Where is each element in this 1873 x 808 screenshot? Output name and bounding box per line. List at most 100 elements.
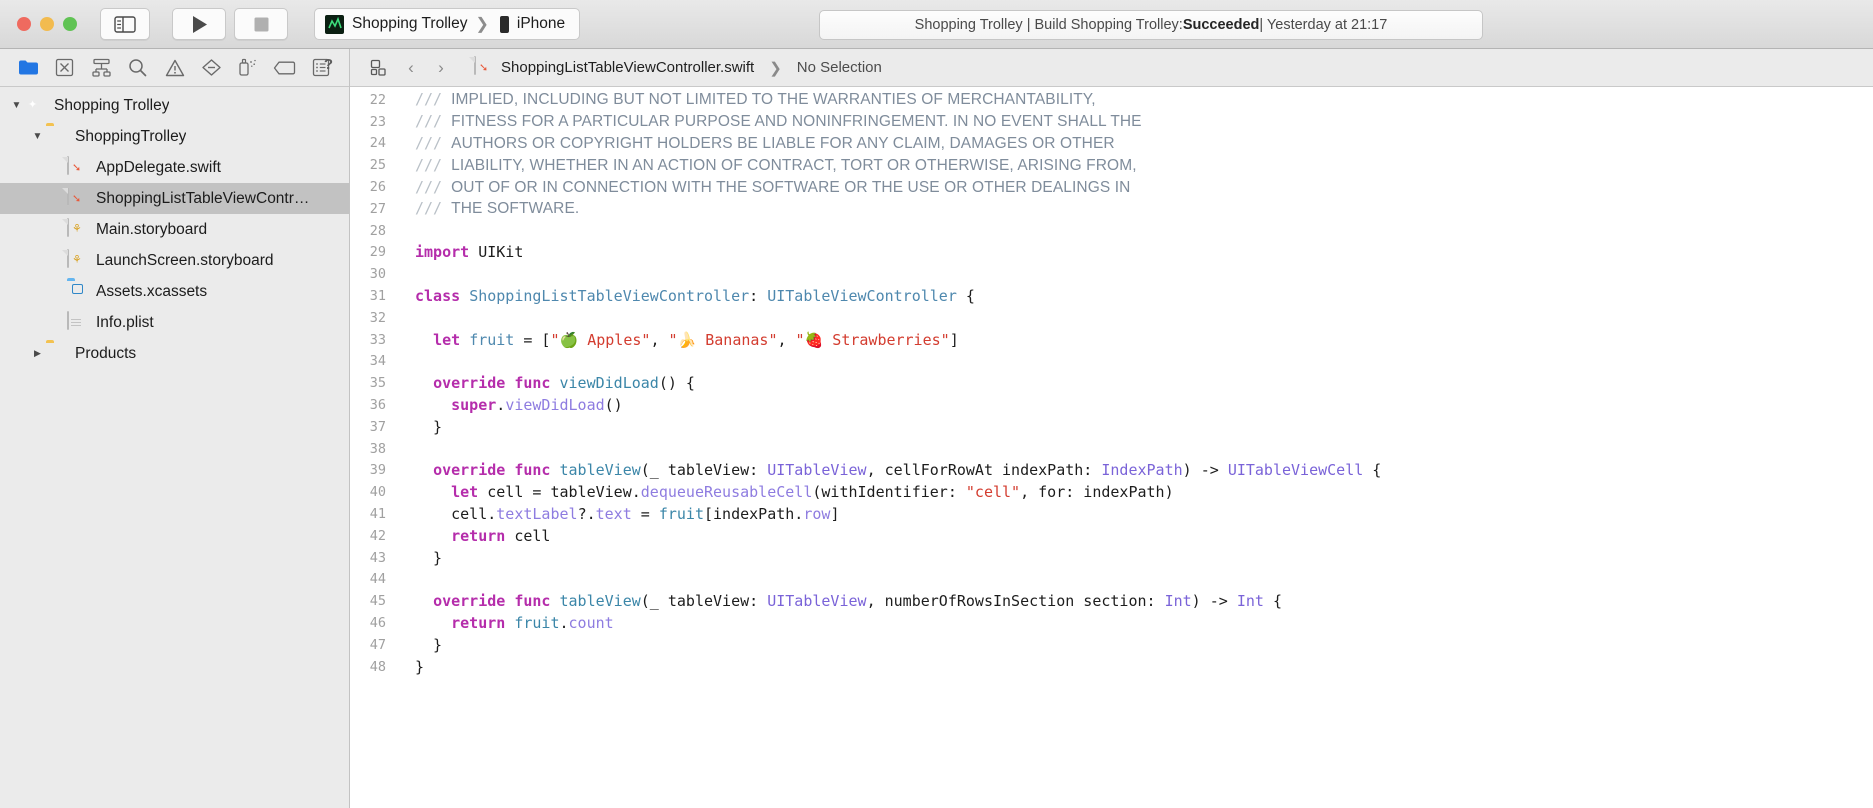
code-line-text[interactable]: class ShoppingListTableViewController: U… [399,287,975,305]
code-token: import [415,243,470,262]
code-token: let [451,483,479,502]
code-token: , cellForRowAt indexPath: [866,461,1102,480]
status-result: Succeeded [1182,17,1260,33]
iphone-icon [499,15,509,33]
test-navigator-tab[interactable] [193,55,230,81]
code-line: 32 [350,307,1873,329]
code-line-text[interactable]: import UIKit [399,243,523,261]
code-token: fruit [658,505,704,524]
zoom-button[interactable] [63,17,77,31]
code-line-text[interactable]: } [399,549,442,567]
code-line-text[interactable]: } [399,658,424,676]
swift-file-icon: ➘ [67,186,81,206]
run-button[interactable] [172,8,226,40]
stop-button[interactable] [234,8,288,40]
tree-item[interactable]: ⚘ Main.storyboard [0,214,349,245]
code-token: (withIdentifier: [812,483,966,502]
code-line-text[interactable]: } [399,418,442,436]
tree-item[interactable]: ShoppingTrolley [0,121,349,152]
project-navigator-tab[interactable] [10,55,47,81]
code-token: "🍌 Bananas" [668,330,778,349]
navigate-forward-button[interactable]: › [426,58,456,78]
find-navigator-tab[interactable] [120,55,157,81]
line-number: 30 [369,266,386,283]
code-token: return [451,526,506,545]
code-token: viewDidLoad [559,374,659,393]
code-line-text[interactable]: return cell [399,527,550,545]
code-line-text[interactable]: let cell = tableView.dequeueReusableCell… [399,483,1174,501]
source-control-navigator-tab[interactable] [47,55,84,81]
code-token: , numberOfRowsInSection section: [866,592,1165,611]
code-line-text[interactable]: /// IMPLIED, INCLUDING BUT NOT LIMITED T… [399,90,1096,109]
tree-item[interactable]: Shopping Trolley [0,90,349,121]
code-token: override func [433,461,551,480]
code-line-text[interactable]: override func tableView(_ tableView: UIT… [399,592,1282,610]
disclosure-triangle-icon[interactable] [29,348,46,359]
code-line-text[interactable]: } [399,636,442,654]
report-navigator-tab[interactable] [303,55,340,81]
scheme-and-destination-chooser[interactable]: Shopping Trolley ❯ iPhone [314,8,581,40]
breadcrumb[interactable]: ➘ ShoppingListTableViewController.swift … [474,56,882,78]
code-token: ] [830,505,840,524]
code-line: 43 } [350,547,1873,569]
tree-item[interactable]: Assets.xcassets [0,276,349,307]
code-line-text[interactable]: /// LIABILITY, WHETHER IN AN ACTION OF C… [399,156,1137,175]
code-token: THE SOFTWARE. [451,200,580,218]
breadcrumb-file-name: ShoppingListTableViewController.swift [501,59,755,76]
code-line-text[interactable]: /// FITNESS FOR A PARTICULAR PURPOSE AND… [399,112,1142,131]
code-token: Int [1236,592,1264,611]
code-line-text[interactable]: /// OUT OF OR IN CONNECTION WITH THE SOF… [399,178,1130,197]
tree-item[interactable]: ⚘ LaunchScreen.storyboard [0,245,349,276]
tree-item[interactable]: ➘ AppDelegate.swift [0,152,349,183]
code-line-text[interactable]: override func tableView(_ tableView: UIT… [399,461,1381,479]
disclosure-triangle-icon[interactable] [8,100,25,111]
code-line: 39 override func tableView(_ tableView: … [350,460,1873,482]
tree-item[interactable]: ➘ ShoppingListTableViewContr… [0,183,349,214]
code-token: , [650,330,669,349]
related-items-button[interactable] [362,59,396,77]
code-line-text[interactable]: /// THE SOFTWARE. [399,199,579,218]
breakpoint-navigator-tab[interactable] [266,55,303,81]
debug-navigator-tab[interactable] [229,55,266,81]
issue-navigator-tab[interactable] [156,55,193,81]
toggle-navigator-button[interactable] [100,8,150,40]
code-line-text[interactable]: /// AUTHORS OR COPYRIGHT HOLDERS BE LIAB… [399,134,1115,153]
minimize-button[interactable] [40,17,54,31]
line-number: 42 [369,527,386,544]
editor-panel: ‹ › ➘ ShoppingListTableViewController.sw… [350,49,1873,808]
code-token: { [1363,461,1382,480]
sidebar-icon [114,15,136,33]
code-line: 37 } [350,416,1873,438]
code-line: 44 [350,569,1873,591]
code-token: "cell" [965,483,1021,502]
scheme-separator-icon: ❯ [475,16,489,33]
code-token: super [451,396,497,415]
code-line-text[interactable]: cell.textLabel?.text = fruit[indexPath.r… [399,505,839,523]
swift-file-icon: ➘ [67,155,81,175]
storyboard-file-icon: ⚘ [67,217,82,237]
code-line: 48} [350,656,1873,678]
code-line-text[interactable]: return fruit.count [399,614,614,632]
help-badge[interactable]: ? [324,56,333,73]
navigate-back-button[interactable]: ‹ [396,58,426,78]
code-line: 42 return cell [350,525,1873,547]
source-code-editor[interactable]: 22 /// IMPLIED, INCLUDING BUT NOT LIMITED… [350,87,1873,808]
disclosure-triangle-icon[interactable] [29,131,46,142]
code-line-text[interactable]: super.viewDidLoad() [399,396,623,414]
code-line: 40 let cell = tableView.dequeueReusableC… [350,481,1873,503]
line-number: 31 [369,288,386,305]
tree-item[interactable]: Info.plist [0,307,349,338]
code-line-text[interactable]: let fruit = ["🍏 Apples", "🍌 Bananas", "🍓… [399,331,959,349]
file-icon-wrap [67,281,87,303]
symbol-navigator-tab[interactable] [83,55,120,81]
stop-icon [254,17,268,31]
code-token: ] [949,330,959,349]
code-token: cell = tableView. [478,483,641,502]
code-line-text[interactable]: override func viewDidLoad() { [399,374,695,392]
project-file-tree[interactable]: Shopping Trolley ShoppingTrolley ➘ AppDeleg… [0,87,349,808]
tree-item[interactable]: Products [0,338,349,369]
code-line: 23 /// FITNESS FOR A PARTICULAR PURPOSE A… [350,111,1873,133]
close-button[interactable] [17,17,31,31]
